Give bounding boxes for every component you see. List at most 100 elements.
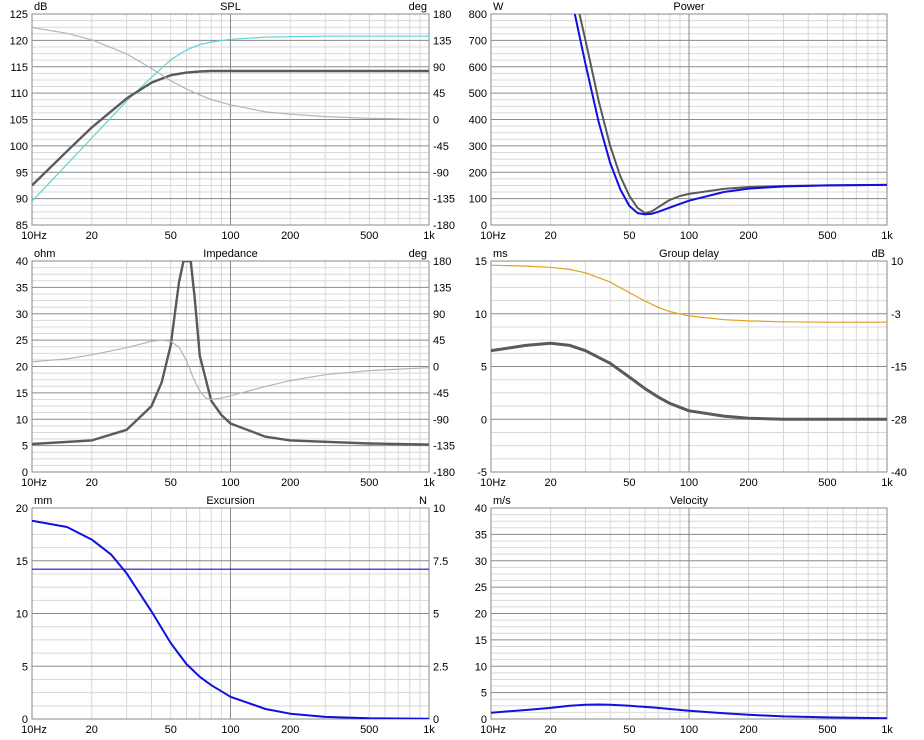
spl-y2-tick-label: 90	[433, 62, 445, 74]
excursion-x-tick-label: 20	[86, 724, 98, 736]
power-x-tick-label: 200	[739, 230, 757, 242]
spl-y-tick-label: 95	[16, 167, 28, 179]
impedance-y2-tick-label: -45	[433, 388, 449, 400]
velocity-x-tick-label: 100	[680, 724, 698, 736]
power-chart: 800700600500400300200100010Hz 20 50 100 200 5…	[469, 1, 894, 242]
spl-y2-tick-label: -180	[433, 220, 455, 232]
power-y-tick-label: 300	[469, 141, 487, 153]
spl-y-tick-label: 115	[10, 62, 28, 74]
velocity-y-tick-label: 40	[475, 503, 487, 515]
group-delay-x-tick-label: 50	[623, 477, 635, 489]
impedance-y-tick-label: 40	[16, 256, 28, 268]
spl-y2-tick-label: 0	[433, 115, 439, 127]
spl-y-tick-label: 105	[10, 115, 28, 127]
velocity-y-tick-label: 20	[475, 609, 487, 621]
impedance-x-tick-label: 200	[281, 477, 299, 489]
impedance-x-tick-label: 100	[221, 477, 239, 489]
spl-title: SPL	[220, 1, 241, 13]
power-y-tick-label: 600	[469, 62, 487, 74]
excursion-x-tick-label: 500	[360, 724, 378, 736]
spl-x-tick-label: 10Hz	[21, 230, 47, 242]
group-delay-y-tick-label: 15	[475, 256, 487, 268]
power-y-tick-label: 200	[469, 167, 487, 179]
group-delay-chart: 151050-510-3-15-28-4010Hz 20 50 100 200 500 1k…	[475, 248, 907, 489]
excursion-title: Excursion	[206, 495, 254, 507]
spl-y-tick-label: 120	[10, 35, 28, 47]
power-x-tick-label: 100	[680, 230, 698, 242]
velocity-y-tick-label: 30	[475, 556, 487, 568]
group-delay-x-tick-label: 10Hz	[480, 477, 506, 489]
power-x-tick-label: 500	[818, 230, 836, 242]
spl-x-tick-label: 50	[165, 230, 177, 242]
spl-y2-tick-label: 135	[433, 35, 451, 47]
power-y-tick-label: 100	[469, 194, 487, 206]
impedance-y2-tick-label: -135	[433, 441, 455, 453]
group-delay-y2label: dB	[872, 248, 885, 260]
excursion-x-tick-label: 10Hz	[21, 724, 47, 736]
velocity-x-tick-label: 10Hz	[480, 724, 506, 736]
power-x-tick-label: 50	[623, 230, 635, 242]
group-delay-y2-tick-label: -40	[891, 467, 907, 479]
spl-y2-tick-label: 180	[433, 9, 451, 21]
impedance-y-tick-label: 35	[16, 282, 28, 294]
group-delay-y-tick-label: 0	[481, 414, 487, 426]
impedance-y-tick-label: 10	[16, 414, 28, 426]
impedance-y2-tick-label: 90	[433, 309, 445, 321]
spl-x-tick-label: 500	[360, 230, 378, 242]
power-series-2-line	[573, 14, 887, 216]
velocity-y-tick-label: 35	[475, 529, 487, 541]
spl-x-tick-label: 200	[281, 230, 299, 242]
impedance-y2-tick-label: -180	[433, 467, 455, 479]
excursion-y-tick-label: 20	[16, 503, 28, 515]
velocity-ylabel: m/s	[493, 495, 511, 507]
spl-y-tick-label: 110	[10, 88, 28, 100]
excursion-y2-tick-label: 2.5	[433, 661, 448, 673]
power-series-1-line	[578, 14, 887, 215]
excursion-x-tick-label: 200	[281, 724, 299, 736]
group-delay-title: Group delay	[659, 248, 719, 260]
group-delay-y2-tick-label: -15	[891, 362, 907, 374]
spl-x-tick-label: 20	[86, 230, 98, 242]
impedance-y-tick-label: 25	[16, 335, 28, 347]
group-delay-x-tick-label: 100	[680, 477, 698, 489]
spl-chart: 12512011511010510095908518013590450-45-9…	[10, 1, 455, 242]
excursion-y2-tick-label: 7.5	[433, 556, 448, 568]
impedance-y-tick-label: 5	[22, 441, 28, 453]
power-x-tick-label: 20	[544, 230, 556, 242]
excursion-y-tick-label: 5	[22, 661, 28, 673]
spl-y-tick-label: 100	[10, 141, 28, 153]
impedance-y-tick-label: 15	[16, 388, 28, 400]
power-y-tick-label: 700	[469, 35, 487, 47]
spl-y2-tick-label: 45	[433, 88, 445, 100]
group-delay-y2-tick-label: -28	[891, 414, 907, 426]
charts-canvas: 12512011511010510095908518013590450-45-9…	[10, 1, 907, 736]
power-x-tick-label: 1k	[881, 230, 893, 242]
spl-y-tick-label: 125	[10, 9, 28, 21]
impedance-y2label: deg	[409, 248, 427, 260]
excursion-y2label: N	[419, 495, 427, 507]
power-ylabel: W	[493, 1, 504, 13]
excursion-y-tick-label: 10	[16, 609, 28, 621]
spl-y2label: deg	[409, 1, 427, 13]
spl-ylabel: dB	[34, 1, 47, 13]
excursion-x-tick-label: 100	[221, 724, 239, 736]
excursion-y-tick-label: 15	[16, 556, 28, 568]
group-delay-ylabel: ms	[493, 248, 508, 260]
power-y-tick-label: 500	[469, 88, 487, 100]
impedance-y-tick-label: 20	[16, 362, 28, 374]
impedance-y2-tick-label: 135	[433, 282, 451, 294]
power-x-tick-label: 10Hz	[480, 230, 506, 242]
impedance-x-tick-label: 500	[360, 477, 378, 489]
group-delay-x-tick-label: 500	[818, 477, 836, 489]
impedance-x-tick-label: 10Hz	[21, 477, 47, 489]
spl-y2-tick-label: -45	[433, 141, 449, 153]
velocity-y-tick-label: 25	[475, 582, 487, 594]
excursion-chart: 20151050107.552.5010Hz 20 50 100 200 500 1kExc…	[16, 495, 449, 736]
impedance-chart: 40 35 30 25 20 15 10 50 180 135 90 45 0 -45 -90 -135 -18…	[16, 248, 455, 489]
velocity-y-tick-label: 5	[481, 688, 487, 700]
spl-y-tick-label: 90	[16, 194, 28, 206]
impedance-y2-tick-label: 45	[433, 335, 445, 347]
velocity-x-tick-label: 500	[818, 724, 836, 736]
power-title: Power	[673, 1, 705, 13]
velocity-x-tick-label: 50	[623, 724, 635, 736]
